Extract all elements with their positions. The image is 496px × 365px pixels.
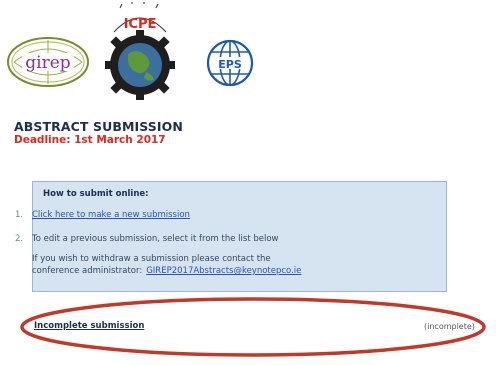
step-2-text: To edit a previous submission, select it… (32, 234, 279, 244)
how-to-submit-panel: How to submit online: 1. Click here to m… (15, 181, 447, 292)
withdraw-instructions-cont: conference administrator: GIREP2017Abstra… (32, 266, 301, 276)
girep-logo: girep (6, 36, 90, 88)
deadline-text: Deadline: 1st March 2017 (14, 134, 166, 146)
how-to-title: How to submit online: (43, 189, 149, 199)
eps-logo: EPS (205, 37, 255, 89)
step-2-number: 2. (15, 234, 24, 244)
svg-text:girep: girep (25, 53, 71, 73)
icpe-logo: ICPE (92, 2, 188, 102)
new-submission-link[interactable]: Click here to make a new submission (32, 210, 190, 220)
withdraw-instructions: If you wish to withdraw a submission ple… (32, 254, 271, 264)
step-1-number: 1. (15, 210, 24, 220)
svg-text:EPS: EPS (218, 58, 242, 71)
administrator-email-link[interactable]: GIREP2017Abstracts@keynotepco.ie (146, 266, 301, 276)
incomplete-submission-link[interactable]: Incomplete submission (34, 321, 144, 331)
svg-text:ICPE: ICPE (124, 17, 157, 32)
administrator-label: conference administrator: (32, 266, 143, 276)
page-title: ABSTRACT SUBMISSION (14, 119, 183, 134)
submission-status: (incomplete) (424, 322, 475, 331)
